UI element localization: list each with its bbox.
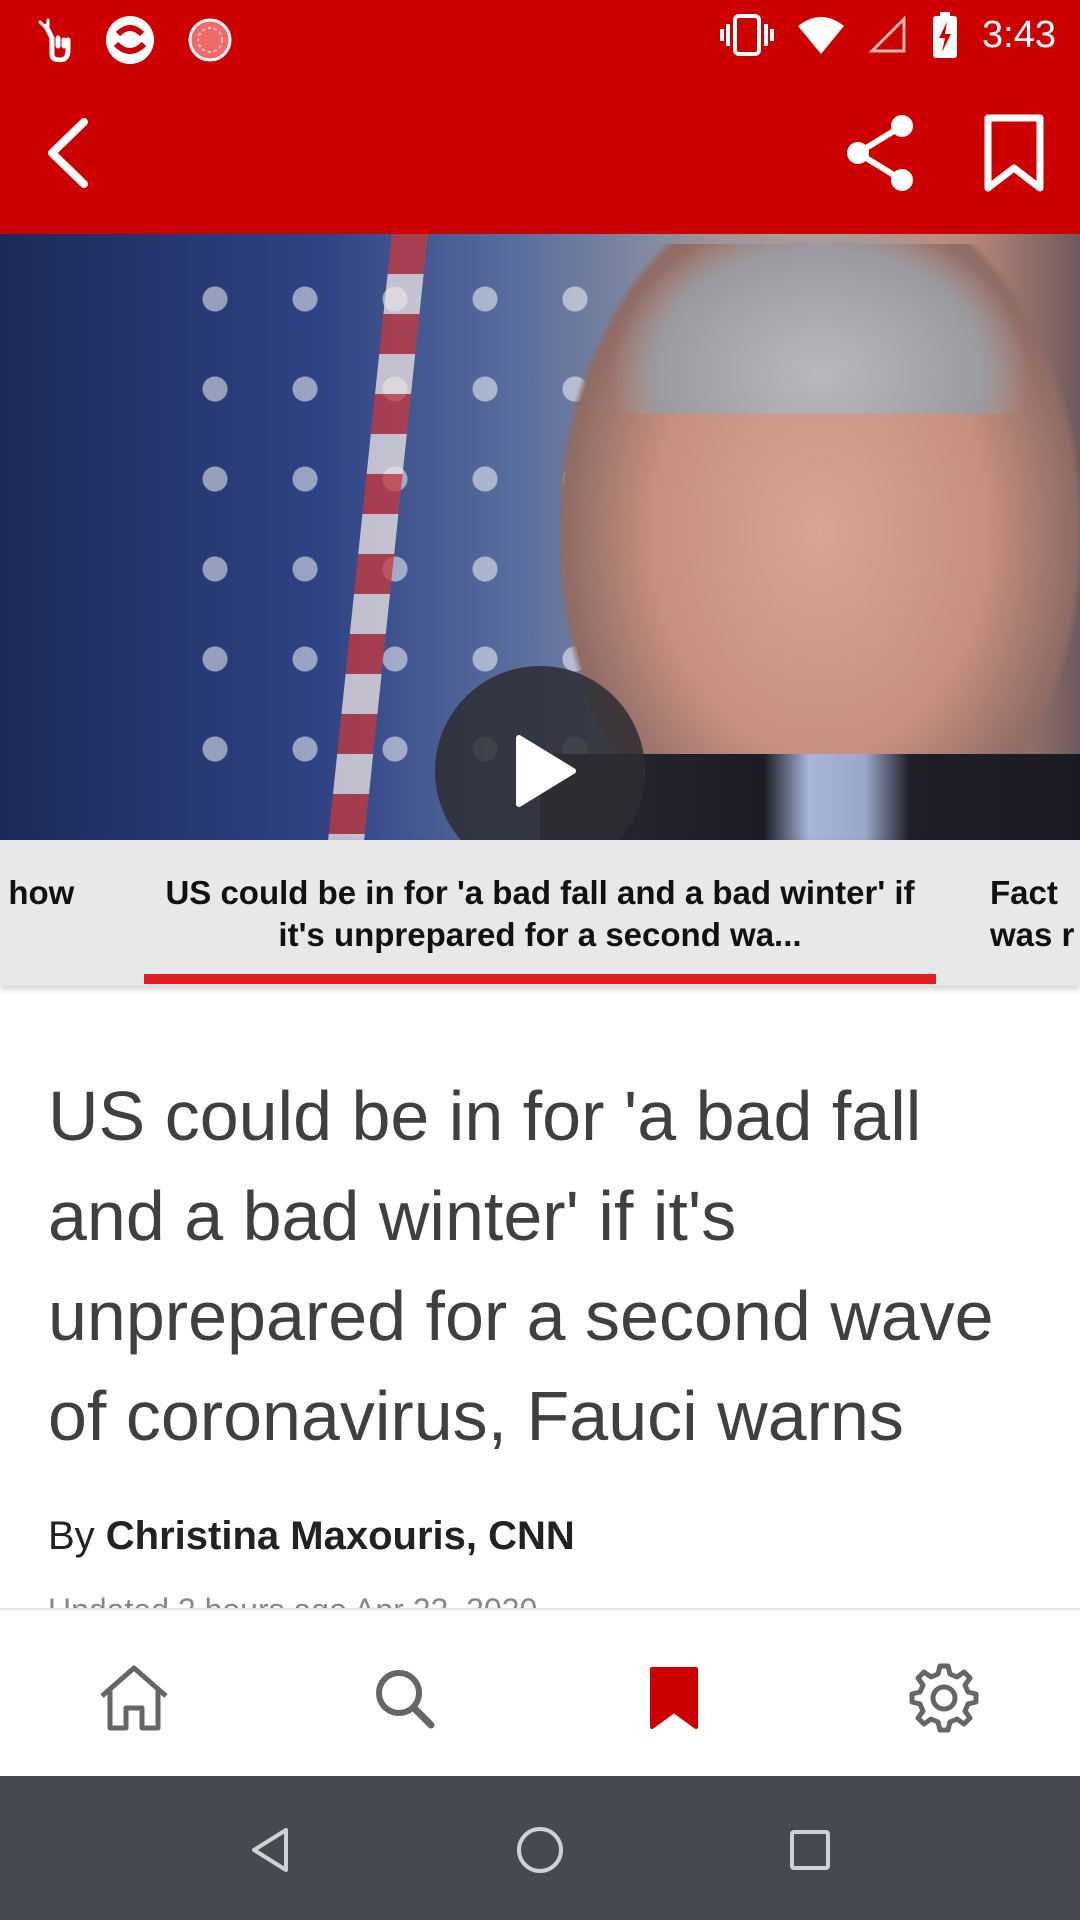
- system-navigation-bar: [0, 1776, 1080, 1920]
- vibrate-icon: [720, 14, 775, 56]
- nav-saved[interactable]: [634, 1658, 714, 1738]
- bookmark-filled-icon: [650, 1667, 698, 1729]
- gear-icon: [909, 1663, 979, 1733]
- chevron-left-icon: [48, 118, 88, 188]
- gesture-icon: [38, 18, 71, 62]
- home-icon: [100, 1665, 168, 1731]
- carousel-item-previous[interactable]: l how: [0, 872, 100, 914]
- media-app-icon: [188, 18, 232, 62]
- video-thumbnail[interactable]: [0, 234, 1080, 840]
- back-button[interactable]: [36, 112, 108, 194]
- play-icon: [516, 735, 576, 807]
- system-home-button[interactable]: [510, 1820, 570, 1880]
- bookmark-button[interactable]: [978, 112, 1050, 194]
- bottom-navigation: [0, 1608, 1080, 1776]
- carousel-selected-indicator: [144, 974, 936, 984]
- status-time: 3:43: [982, 13, 1056, 56]
- carousel-next-line1: Fact: [990, 874, 1058, 911]
- related-stories-carousel[interactable]: l how US could be in for 'a bad fall and…: [0, 840, 1080, 986]
- wifi-icon: [798, 17, 845, 54]
- byline-prefix: By: [48, 1514, 106, 1558]
- article-author[interactable]: Christina Maxouris, CNN: [106, 1514, 575, 1558]
- battery-charging-icon: [933, 12, 958, 58]
- system-back-button[interactable]: [240, 1820, 300, 1880]
- bookmark-outline-icon: [984, 114, 1044, 192]
- browser-app-icon: [106, 16, 154, 64]
- status-bar: 3:43: [0, 0, 1080, 76]
- app-screen: 3:43 how US could be in for 'a bad fall …: [0, 0, 1080, 1920]
- share-icon: [847, 115, 913, 191]
- nav-search[interactable]: [364, 1658, 444, 1738]
- nav-settings[interactable]: [904, 1658, 984, 1738]
- app-bar: [0, 76, 1080, 234]
- nav-home[interactable]: [94, 1658, 174, 1738]
- article-byline: By Christina Maxouris, CNN: [48, 1514, 575, 1559]
- square-recents-icon: [790, 1830, 830, 1870]
- circle-home-icon: [517, 1827, 563, 1873]
- carousel-item-next[interactable]: Fact was r: [990, 872, 1080, 956]
- signal-icon: [868, 15, 906, 53]
- search-icon: [376, 1670, 435, 1729]
- system-recents-button[interactable]: [780, 1820, 840, 1880]
- carousel-item-current[interactable]: US could be in for 'a bad fall and a bad…: [144, 872, 936, 956]
- triangle-back-icon: [252, 1828, 288, 1872]
- article-headline: US could be in for 'a bad fall and a bad…: [48, 1077, 994, 1455]
- carousel-next-line2: was r: [990, 916, 1075, 953]
- speaker-hair: [610, 234, 1030, 414]
- share-button[interactable]: [842, 112, 922, 194]
